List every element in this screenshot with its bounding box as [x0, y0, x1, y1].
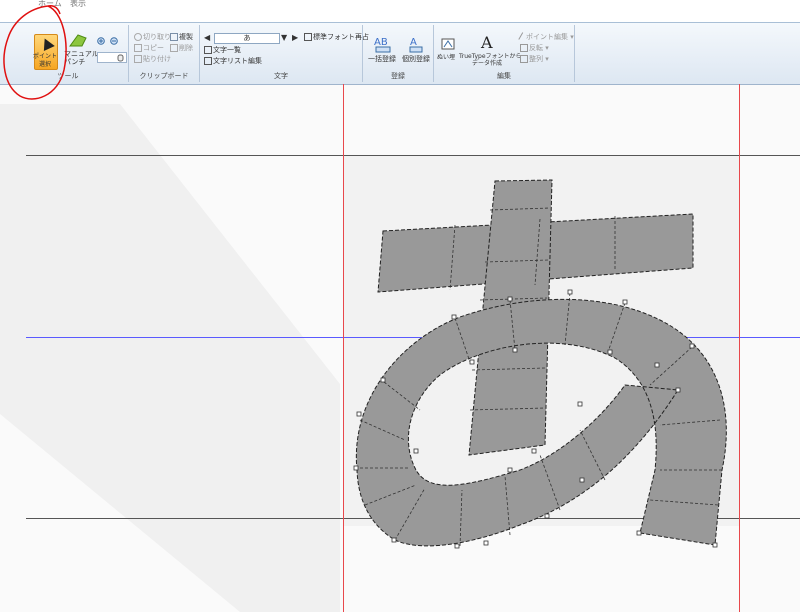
- batch-register-button[interactable]: AB 一括登録: [368, 32, 398, 70]
- single-register-icon: A: [409, 37, 423, 53]
- reverse-icon: [520, 44, 528, 52]
- truetype-label-2: データ作成: [472, 60, 503, 67]
- fill-button[interactable]: ぬい埋: [437, 32, 459, 70]
- prev-char-button[interactable]: ◀: [204, 33, 210, 42]
- zoom-out-icon: [110, 37, 118, 45]
- prev-char-icon: ◀: [204, 33, 211, 42]
- char-list-label: 文字一覧: [213, 46, 241, 54]
- align-label: 整列: [529, 55, 543, 63]
- svg-text:AB: AB: [374, 37, 388, 48]
- character-group-label: 文字: [274, 72, 288, 80]
- delete-label: 削除: [179, 44, 193, 52]
- reverse-label: 反転: [529, 44, 543, 52]
- char-list-edit-icon: [204, 57, 212, 65]
- batch-register-icon: AB: [374, 37, 391, 53]
- glyph-shape[interactable]: [0, 84, 800, 612]
- cut-label: 切り取り: [143, 33, 171, 41]
- glyph-canvas[interactable]: [0, 84, 800, 612]
- next-char-icon: ▶: [292, 33, 299, 42]
- char-combo[interactable]: あ: [214, 33, 280, 44]
- paste-label: 貼り付け: [143, 55, 171, 63]
- copy-button[interactable]: コピー: [134, 44, 164, 53]
- paste-icon: [134, 55, 142, 63]
- ribbon-tab-bar: ホーム 表示: [0, 0, 800, 24]
- dropdown-icon: ▼: [281, 33, 288, 42]
- svg-text:A: A: [480, 33, 493, 52]
- reverse-menu[interactable]: 反転 ▾: [520, 44, 549, 53]
- batch-register-label: 一括登録: [368, 55, 396, 63]
- copy-label: コピー: [143, 44, 164, 52]
- zoom-in-button[interactable]: [97, 37, 106, 48]
- paste-button[interactable]: 貼り付け: [134, 55, 171, 64]
- zoom-out-button[interactable]: [110, 37, 119, 48]
- char-list-icon: [204, 46, 212, 54]
- point-edit-label: ポイント編集: [526, 33, 568, 41]
- char-list-button[interactable]: 文字一覧: [204, 46, 241, 55]
- zoom-hand-button[interactable]: [97, 52, 127, 63]
- clipboard-group-label: クリップボード: [139, 72, 189, 80]
- char-list-edit-label: 文字リスト編集: [213, 57, 262, 65]
- duplicate-label: 複製: [179, 33, 193, 41]
- next-char-button[interactable]: ▶: [292, 33, 298, 42]
- align-icon: [520, 55, 528, 63]
- char-combo-value: あ: [243, 34, 251, 42]
- fill-label: ぬい埋: [437, 54, 456, 61]
- char-dropdown-button[interactable]: ▼: [281, 33, 287, 42]
- standard-font-button[interactable]: 標準フォント再占: [304, 33, 369, 42]
- fill-icon: [441, 38, 455, 50]
- copy-icon: [134, 44, 142, 52]
- single-register-label: 個別登録: [402, 55, 430, 63]
- delete-button[interactable]: 削除: [170, 44, 193, 53]
- zoom-in-icon: [97, 37, 105, 45]
- svg-text:A: A: [410, 37, 417, 48]
- edit-group-label: 編集: [497, 72, 511, 80]
- cut-icon: [134, 33, 142, 41]
- delete-icon: [170, 44, 178, 52]
- register-group-label: 登録: [391, 72, 405, 80]
- align-menu[interactable]: 整列 ▾: [520, 55, 549, 64]
- standard-font-icon: [304, 33, 312, 41]
- duplicate-icon: [170, 33, 178, 41]
- char-list-edit-button[interactable]: 文字リスト編集: [204, 57, 262, 66]
- hand-icon: [117, 54, 124, 62]
- single-register-button[interactable]: A 個別登録: [400, 32, 432, 70]
- cut-button[interactable]: 切り取り: [134, 33, 171, 42]
- truetype-data-button[interactable]: A TrueTypeフォントから データ作成: [459, 30, 522, 70]
- truetype-icon: A: [480, 33, 493, 52]
- duplicate-button[interactable]: 複製: [170, 33, 193, 42]
- standard-font-label: 標準フォント再占: [313, 33, 369, 41]
- point-edit-menu[interactable]: ポイント編集 ▾: [518, 32, 574, 42]
